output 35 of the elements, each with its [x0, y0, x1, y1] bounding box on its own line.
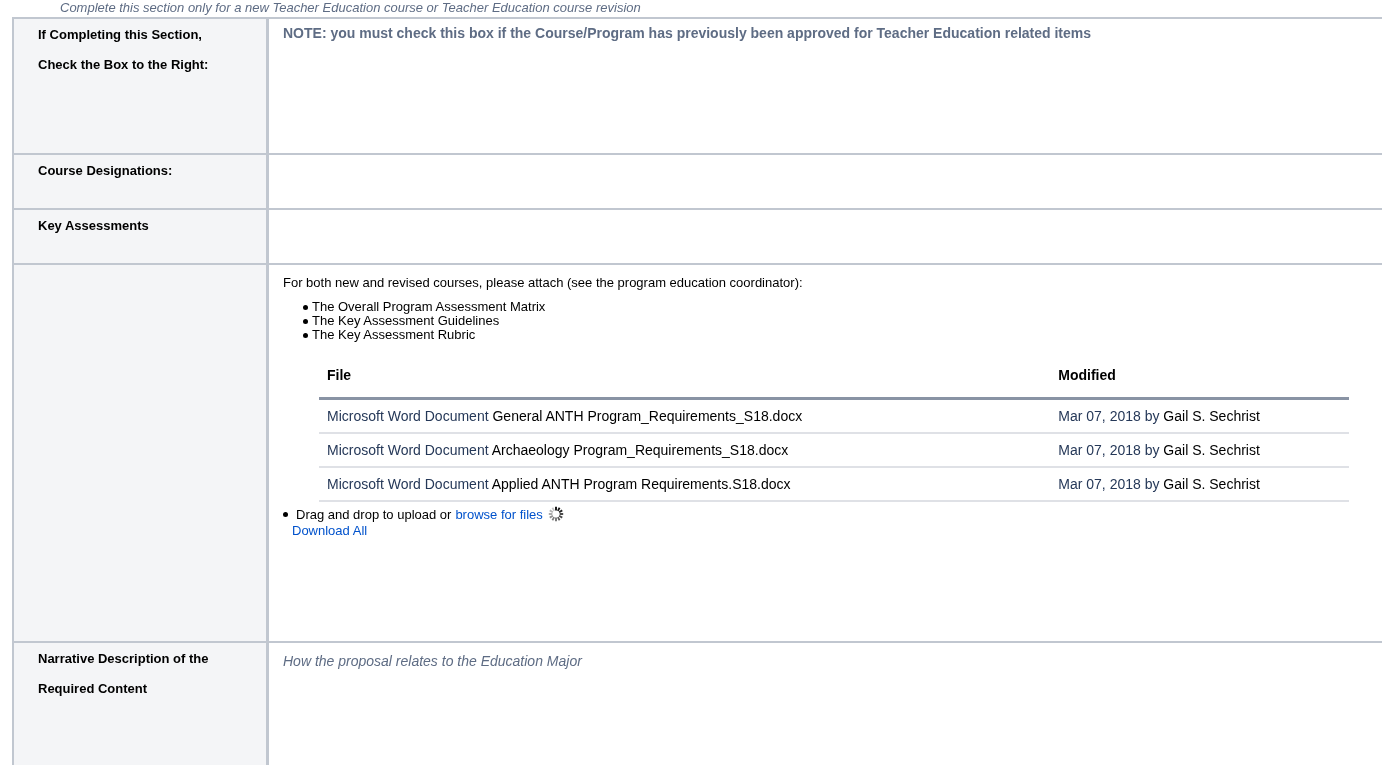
row-label: Key Assessments	[38, 218, 150, 234]
author-name: Gail S. Sechrist	[1163, 476, 1260, 492]
note-text: NOTE: you must check this box if the Course/Program has previously been approved for Teacher Education related items	[283, 24, 1093, 43]
file-type-link[interactable]: Microsoft Word Document	[327, 442, 489, 458]
bullet-icon	[303, 332, 308, 338]
date-link[interactable]: Mar 07, 2018 by	[1058, 442, 1160, 458]
row-label: Course Designations:	[38, 163, 174, 179]
row-label: Check the Box to the Right:	[38, 57, 210, 73]
author-name: Gail S. Sechrist	[1163, 408, 1260, 424]
file-name: Archaeology Program_Requirements_S18.docx	[491, 442, 789, 458]
list-item: The Key Assessment Guidelines	[312, 314, 500, 328]
column-header: Modified	[1050, 358, 1349, 399]
bullet-icon	[303, 318, 308, 324]
upload-text: Drag and drop to upload or	[296, 506, 452, 522]
loading-spinner-icon	[546, 505, 565, 523]
file-name: Applied ANTH Program Requirements.S18.docx	[491, 476, 791, 492]
section-instruction: Complete this section only for a new Teacher Education course or Teacher Education course revision	[60, 0, 642, 15]
file-type-link[interactable]: Microsoft Word Document	[327, 476, 489, 492]
date-link[interactable]: Mar 07, 2018 by	[1058, 476, 1160, 492]
row-label: Required Content	[38, 681, 149, 697]
column-header: File	[319, 358, 1051, 399]
instruction-text: For both new and revised courses, please attach (see the program education coordinator):	[283, 275, 804, 290]
author-name: Gail S. Sechrist	[1163, 442, 1260, 458]
row-label: If Completing this Section,	[38, 27, 203, 43]
bullet-icon	[303, 304, 308, 310]
file-type-link[interactable]: Microsoft Word Document	[327, 408, 489, 424]
list-item: The Key Assessment Rubric	[312, 328, 476, 342]
placeholder-text: How the proposal relates to the Education Major	[283, 653, 584, 669]
date-link[interactable]: Mar 07, 2018 by	[1058, 408, 1160, 424]
download-all-link[interactable]: Download All	[292, 523, 368, 538]
row-label: Narrative Description of the	[38, 651, 210, 667]
list-item: The Overall Program Assessment Matrix	[312, 300, 546, 314]
bullet-icon	[283, 511, 288, 517]
file-name: General ANTH Program_Requirements_S18.docx	[492, 408, 803, 424]
browse-link[interactable]: browse for files	[455, 506, 543, 522]
